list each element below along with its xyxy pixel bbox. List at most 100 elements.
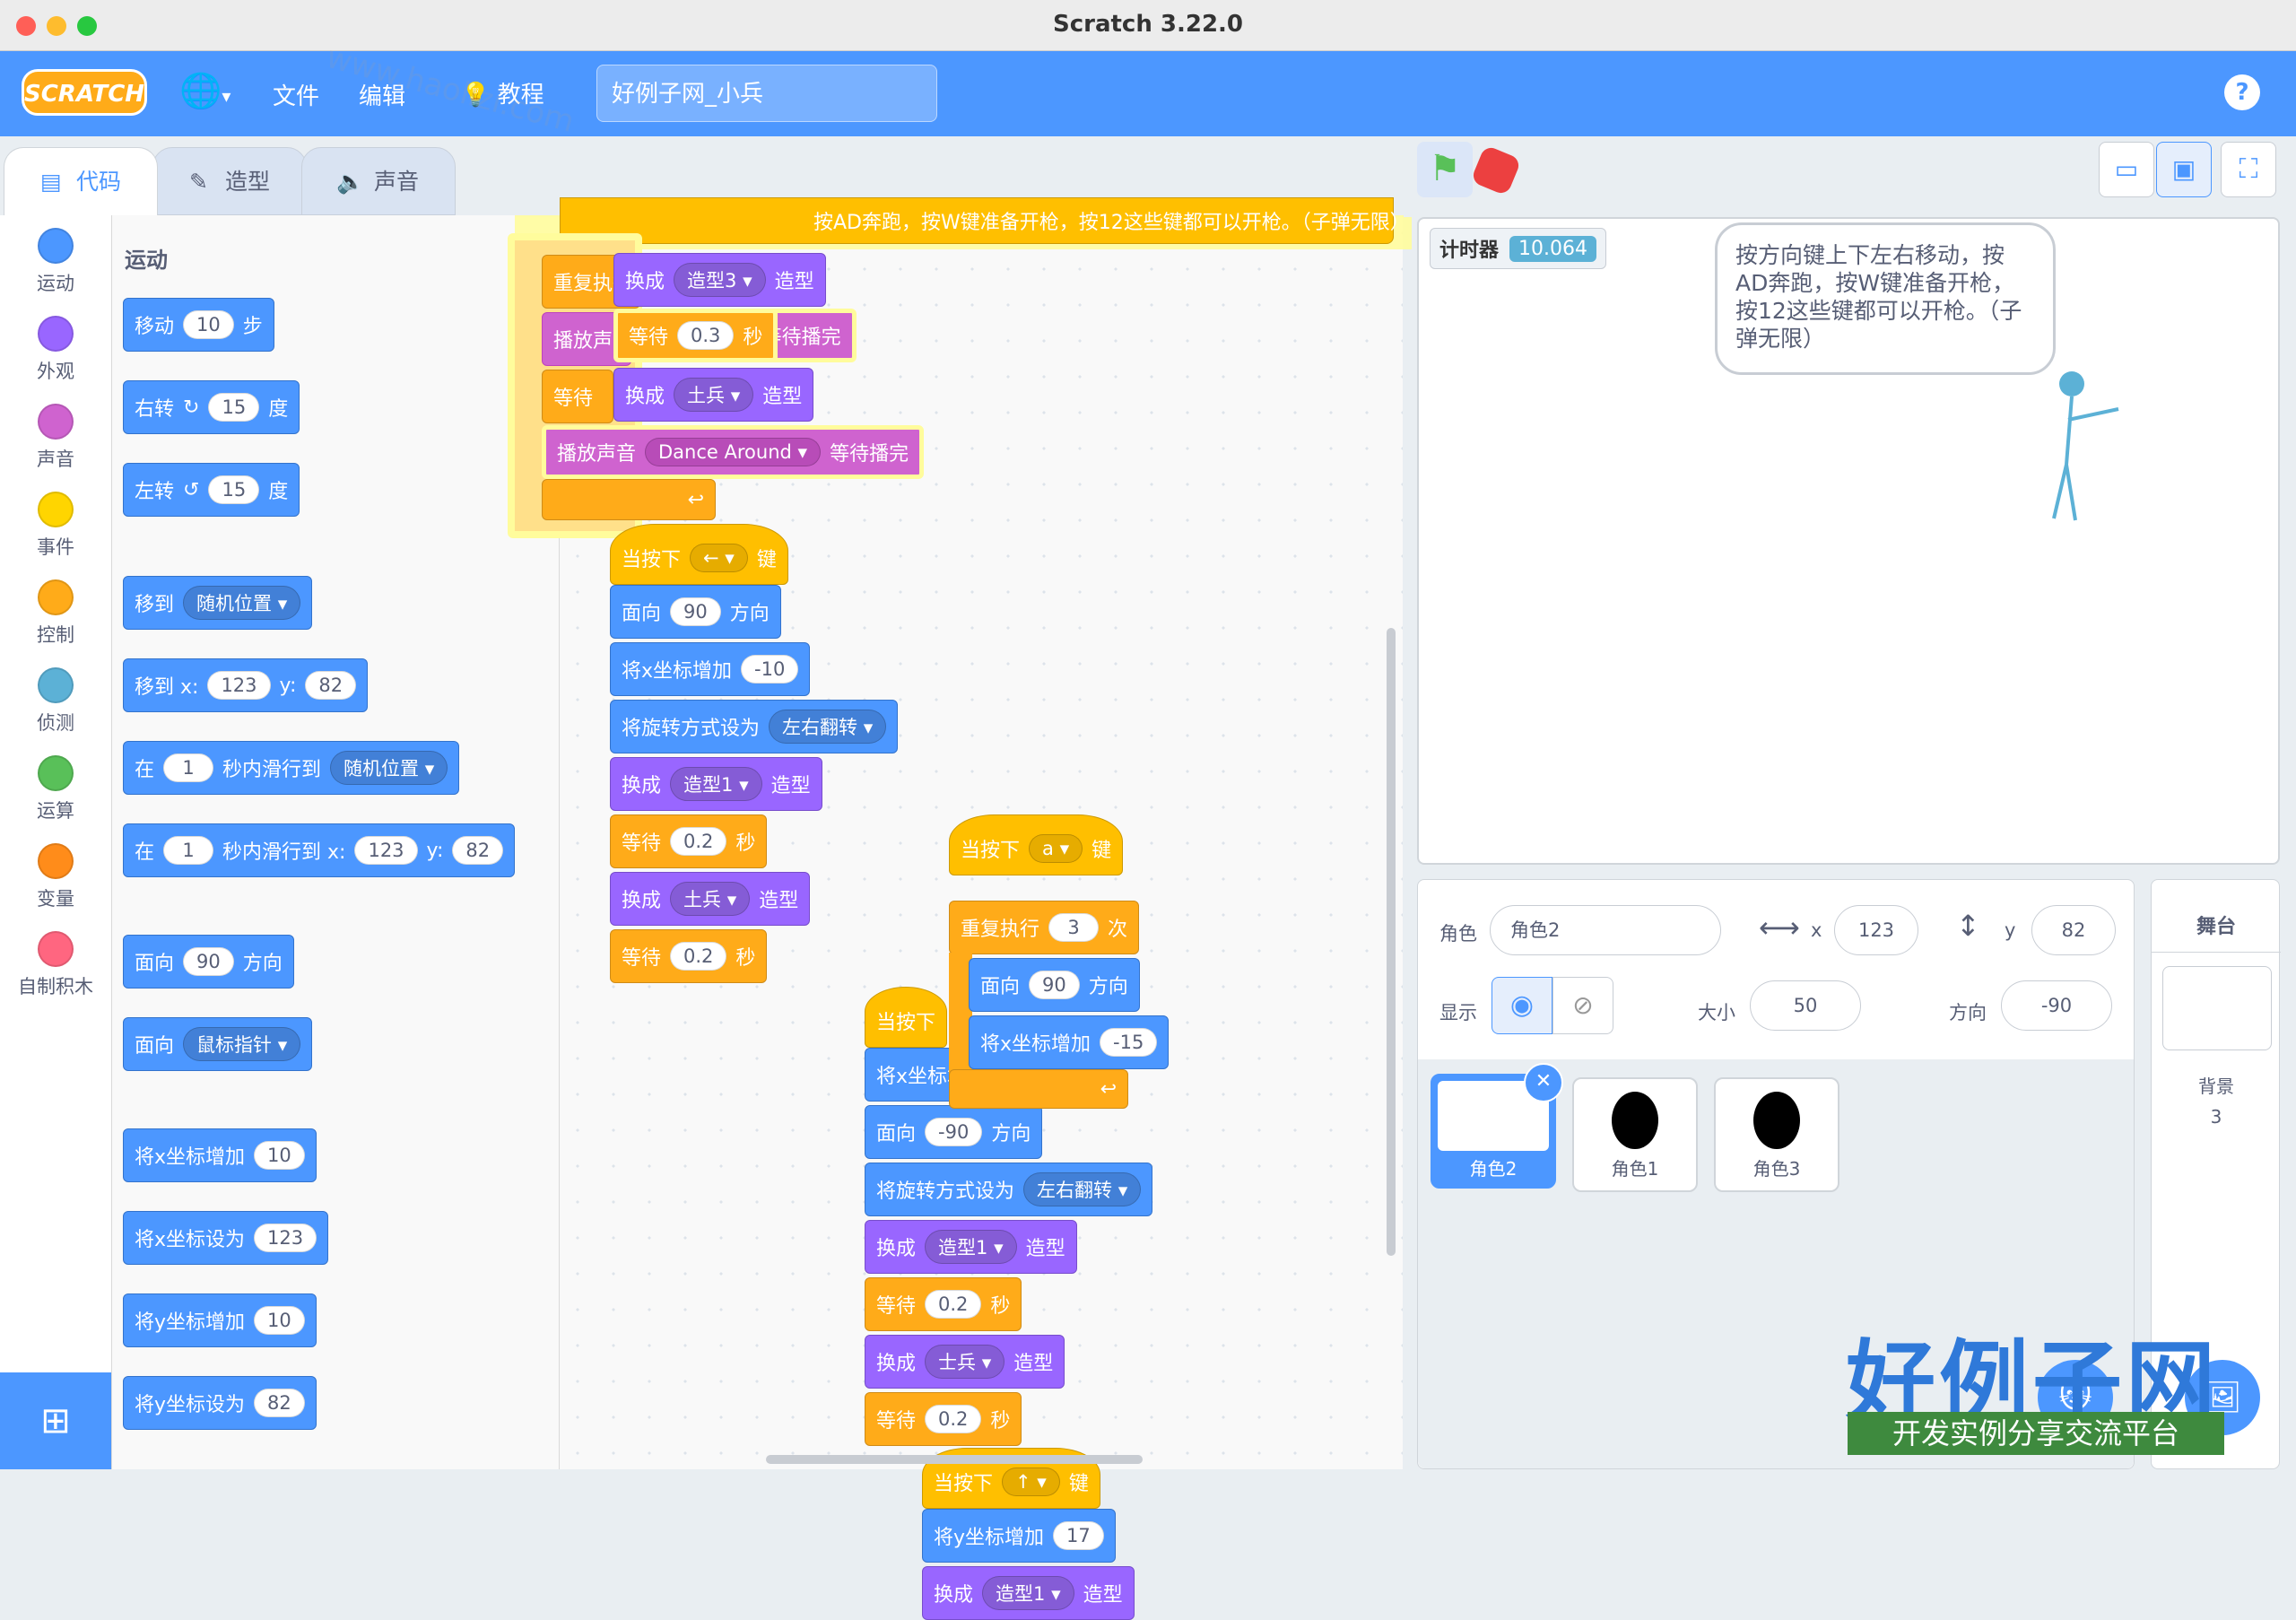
direction-input[interactable]: -90 [925, 1118, 983, 1146]
y-input[interactable]: 82 [2031, 905, 2116, 955]
costume-dropdown[interactable]: 造型3 [674, 263, 766, 297]
change-y-block[interactable]: 将y坐标增加 10 [123, 1293, 317, 1347]
change-y-block[interactable]: 将y坐标增加 17 [922, 1509, 1116, 1563]
goto-xy-block[interactable]: 移到 x: 123 y: 82 [123, 658, 369, 712]
dx-input[interactable]: -10 [741, 655, 799, 684]
change-x-block[interactable]: 将x坐标增加 -10 [610, 642, 811, 696]
seconds-input[interactable]: 0.2 [670, 942, 727, 971]
x-input[interactable]: 123 [354, 836, 418, 865]
y-input[interactable]: 82 [254, 1389, 305, 1417]
set-x-block[interactable]: 将x坐标设为 123 [123, 1211, 329, 1265]
direction-input[interactable]: -90 [2001, 980, 2112, 1031]
repeat-times-block[interactable]: 重复执行 3 次 [949, 901, 1140, 954]
large-stage-icon[interactable]: ▣ [2156, 142, 2212, 197]
wait-seconds-block[interactable]: 等待 0.2 秒 [610, 929, 768, 983]
category-operators[interactable]: 运算 [0, 743, 111, 831]
point-direction-block[interactable]: 面向 90 方向 [969, 958, 1140, 1012]
category-control[interactable]: 控制 [0, 567, 111, 655]
category-my-blocks[interactable]: 自制积木 [0, 919, 111, 1006]
category-variables[interactable]: 变量 [0, 831, 111, 919]
costume-dropdown[interactable]: 土兵 [674, 378, 754, 412]
wait-seconds-block[interactable]: 等待 0.2 秒 [610, 814, 768, 868]
set-rotation-style-block[interactable]: 将旋转方式设为 左右翻转 [865, 1163, 1153, 1216]
x-input[interactable]: 123 [207, 671, 271, 700]
wait-block[interactable]: 等待 [542, 370, 613, 423]
costume-dropdown[interactable]: 士兵 [925, 1345, 1005, 1379]
dy-input[interactable]: 17 [1053, 1521, 1104, 1550]
sprite-name-input[interactable]: 角色2 [1490, 905, 1721, 955]
switch-costume-block[interactable]: 换成土兵造型 [610, 872, 811, 926]
play-sound-until-done-block[interactable]: 播放声音 Dance Around 等待播完 [542, 425, 925, 479]
key-dropdown[interactable]: ↑ [1002, 1468, 1060, 1496]
dy-input[interactable]: 10 [254, 1306, 305, 1335]
tutorials-menu[interactable]: 💡 教程 [461, 76, 544, 109]
scratch-logo[interactable]: SCRATCH [22, 69, 147, 116]
change-x-block[interactable]: 将x坐标增加 10 [123, 1128, 317, 1182]
point-direction-block[interactable]: 面向 -90 方向 [865, 1105, 1043, 1159]
degrees-input[interactable]: 15 [208, 393, 260, 422]
code-workspace[interactable]: 按AD奔跑，按W键准备开枪，按12这些键都可以开枪。（子弹无限） 重复执行 播放… [508, 197, 1921, 1620]
rotation-dropdown[interactable]: 左右翻转 [1023, 1172, 1142, 1206]
stage-thumbnail[interactable] [2162, 966, 2272, 1050]
switch-costume-block[interactable]: 换成土兵造型 [613, 368, 814, 422]
goto-block[interactable]: 移到 随机位置 [123, 576, 313, 630]
seconds-input[interactable]: 0.2 [925, 1405, 982, 1433]
steps-input[interactable]: 10 [183, 310, 234, 339]
tab-code[interactable]: ▤ 代码 [4, 147, 158, 215]
seconds-input[interactable]: 1 [163, 836, 214, 865]
seconds-input[interactable]: 0.2 [670, 827, 727, 856]
key-dropdown[interactable]: ← [690, 544, 748, 572]
project-title-input[interactable]: 好例子网_小兵 [596, 65, 937, 122]
seconds-input[interactable]: 1 [163, 753, 214, 782]
goto-dropdown[interactable]: 随机位置 [183, 586, 301, 620]
category-sound[interactable]: 声音 [0, 391, 111, 479]
turn-left-block[interactable]: 左转 ↺ 15 度 [123, 463, 300, 517]
seconds-input[interactable]: 0.2 [925, 1290, 982, 1319]
sprite-tile[interactable]: 角色3 [1714, 1077, 1839, 1192]
y-input[interactable]: 82 [305, 671, 357, 700]
costume-dropdown[interactable]: 土兵 [670, 882, 751, 916]
degrees-input[interactable]: 15 [208, 475, 260, 504]
language-globe-icon[interactable]: 🌐▾ [179, 71, 230, 111]
sound-dropdown[interactable]: Dance Around [645, 438, 822, 466]
glide-dropdown[interactable]: 随机位置 [330, 751, 448, 785]
hide-eye-icon[interactable]: ⊘ [1552, 977, 1613, 1034]
sprite-tile[interactable]: 角色1 [1572, 1077, 1698, 1192]
switch-costume-block[interactable]: 换成造型1 造型 [865, 1220, 1077, 1274]
wait-seconds-block[interactable]: 等待 0.2 秒 [865, 1392, 1022, 1446]
switch-costume-block[interactable]: 换成士兵造型 [865, 1335, 1065, 1389]
direction-input[interactable]: 90 [670, 597, 721, 626]
vertical-scrollbar[interactable] [1387, 628, 1396, 1256]
timer-monitor[interactable]: 计时器 10.064 [1430, 228, 1606, 269]
green-flag-icon[interactable]: ⚑ [1417, 142, 1473, 197]
add-extension-icon[interactable]: ⊞ [0, 1372, 111, 1469]
category-looks[interactable]: 外观 [0, 303, 111, 391]
costume-dropdown[interactable]: 造型1 [982, 1576, 1074, 1610]
show-eye-icon[interactable]: ◉ [1492, 977, 1552, 1034]
set-y-block[interactable]: 将y坐标设为 82 [123, 1376, 317, 1430]
wait-seconds-block[interactable]: 等待 0.3 秒 [613, 309, 778, 362]
move-steps-block[interactable]: 移动 10 步 [123, 298, 274, 352]
glide-block[interactable]: 在 1 秒内滑行到 随机位置 [123, 741, 460, 795]
file-menu[interactable]: 文件 [273, 78, 319, 111]
point-towards-block[interactable]: 面向 鼠标指针 [123, 1017, 313, 1071]
when-key-pressed-block[interactable]: 当按下 a键 [949, 814, 1124, 875]
size-input[interactable]: 50 [1750, 980, 1861, 1031]
when-key-pressed-block[interactable]: 当按下 [865, 987, 948, 1048]
delete-sprite-icon[interactable]: ✕ [1524, 1063, 1563, 1102]
when-key-pressed-block[interactable]: 当按下 ← 键 [610, 524, 788, 585]
dx-input[interactable]: 10 [254, 1141, 305, 1170]
switch-costume-block[interactable]: 换成造型1 造型 [610, 757, 822, 811]
y-input[interactable]: 82 [452, 836, 504, 865]
tab-sounds[interactable]: 🔈 声音 [301, 147, 456, 215]
wait-seconds-block[interactable]: 等待 0.2 秒 [865, 1277, 1022, 1331]
switch-costume-block[interactable]: 换成造型1 造型 [922, 1566, 1135, 1620]
seconds-input[interactable]: 0.3 [677, 321, 735, 350]
costume-dropdown[interactable]: 造型1 [925, 1230, 1017, 1264]
rotation-dropdown[interactable]: 左右翻转 [769, 710, 887, 744]
switch-costume-block[interactable]: 换成造型3 造型 [613, 253, 826, 307]
tab-costumes[interactable]: ✎ 造型 [152, 147, 307, 215]
stick-figure-sprite[interactable] [2047, 366, 2127, 527]
direction-input[interactable]: 90 [183, 947, 234, 976]
help-icon[interactable]: ? [2224, 74, 2260, 110]
